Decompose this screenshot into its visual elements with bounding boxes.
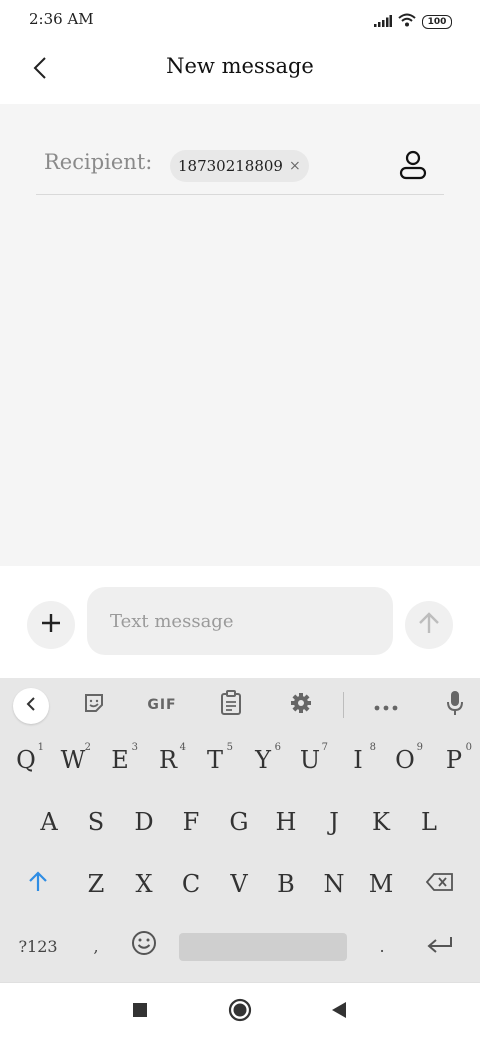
recipient-chip-number: 18730218809 [178, 157, 283, 175]
home-icon [228, 998, 252, 1026]
key-x[interactable]: X [122, 858, 166, 910]
backspace-icon [425, 870, 454, 898]
key-f[interactable]: F [169, 796, 213, 848]
key-a[interactable]: A [27, 796, 71, 848]
contact-picker-button[interactable] [398, 150, 430, 184]
recipient-label: Recipient: [44, 150, 153, 174]
remove-recipient-icon[interactable]: × [289, 158, 301, 174]
battery-icon: 100 [422, 14, 452, 29]
key-n[interactable]: N [312, 858, 356, 910]
message-input[interactable] [87, 587, 393, 655]
key-i[interactable]: I8 [336, 734, 380, 786]
keyboard-settings-button[interactable] [283, 690, 319, 720]
recipient-field[interactable]: Recipient: 18730218809 × [36, 134, 444, 195]
key-r[interactable]: R4 [146, 734, 190, 786]
key-z[interactable]: Z [74, 858, 118, 910]
back-triangle-icon [331, 1001, 347, 1023]
status-bar: 2:36 AM 100 [0, 0, 480, 40]
page-title: New message [166, 54, 314, 78]
key-w[interactable]: W2 [51, 734, 95, 786]
shift-icon [28, 870, 48, 898]
key-j[interactable]: J [312, 796, 356, 848]
symbols-key[interactable]: ?123 [14, 920, 62, 972]
comma-key[interactable]: , [74, 920, 118, 972]
keyboard-collapse-button[interactable] [13, 688, 49, 724]
mic-icon [446, 690, 464, 720]
signal-icon [374, 12, 392, 31]
home-button[interactable] [227, 998, 253, 1026]
key-p[interactable]: P0 [432, 734, 476, 786]
plus-icon [40, 612, 62, 638]
key-o[interactable]: O9 [383, 734, 427, 786]
wifi-icon [398, 12, 416, 31]
period-key[interactable]: . [360, 920, 404, 972]
back-nav-button[interactable] [326, 999, 352, 1025]
enter-key[interactable] [418, 920, 462, 972]
key-g[interactable]: G [217, 796, 261, 848]
more-button[interactable] [368, 690, 404, 720]
toolbar-divider [343, 692, 344, 718]
add-attachment-button[interactable] [27, 601, 75, 649]
key-h[interactable]: H [264, 796, 308, 848]
settings-icon [289, 691, 313, 719]
conversation-area: Recipient: 18730218809 × [0, 104, 480, 566]
sticker-button[interactable] [76, 690, 112, 720]
navigation-bar [0, 982, 480, 1041]
send-arrow-icon [418, 611, 440, 639]
more-icon [374, 696, 398, 715]
recents-icon [132, 1002, 148, 1022]
send-button[interactable] [405, 601, 453, 649]
emoji-key[interactable] [122, 920, 166, 972]
compose-bar [0, 566, 480, 678]
app-header: New message [0, 40, 480, 104]
space-key[interactable] [179, 933, 347, 961]
status-icons: 100 [374, 12, 452, 31]
key-u[interactable]: U7 [288, 734, 332, 786]
shift-key[interactable] [16, 858, 60, 910]
key-k[interactable]: K [359, 796, 403, 848]
key-e[interactable]: E3 [98, 734, 142, 786]
key-s[interactable]: S [74, 796, 118, 848]
keyboard: GIF Q 1 W 2 E 3 R 4 T 5 Y 6 U 7 I 8 O 9 … [0, 678, 480, 982]
clipboard-button[interactable] [213, 690, 249, 720]
enter-icon [427, 932, 453, 960]
key-b[interactable]: B [264, 858, 308, 910]
backspace-key[interactable] [418, 858, 462, 910]
keyboard-toolbar: GIF [0, 678, 480, 732]
contact-icon [398, 150, 428, 184]
sticker-icon [82, 691, 106, 719]
key-l[interactable]: L [407, 796, 451, 848]
voice-input-button[interactable] [437, 690, 473, 720]
clipboard-icon [220, 690, 242, 720]
key-q[interactable]: Q1 [4, 734, 48, 786]
gif-button[interactable]: GIF [143, 690, 181, 720]
recents-button[interactable] [127, 999, 153, 1025]
key-t[interactable]: T5 [193, 734, 237, 786]
key-v[interactable]: V [217, 858, 261, 910]
emoji-icon [131, 930, 157, 962]
key-c[interactable]: C [169, 858, 213, 910]
recipient-chip[interactable]: 18730218809 × [170, 150, 309, 182]
key-y[interactable]: Y6 [241, 734, 285, 786]
collapse-icon [26, 696, 36, 716]
key-d[interactable]: D [122, 796, 166, 848]
key-m[interactable]: M [359, 858, 403, 910]
status-time: 2:36 AM [29, 10, 94, 28]
gif-icon: GIF [147, 697, 177, 713]
